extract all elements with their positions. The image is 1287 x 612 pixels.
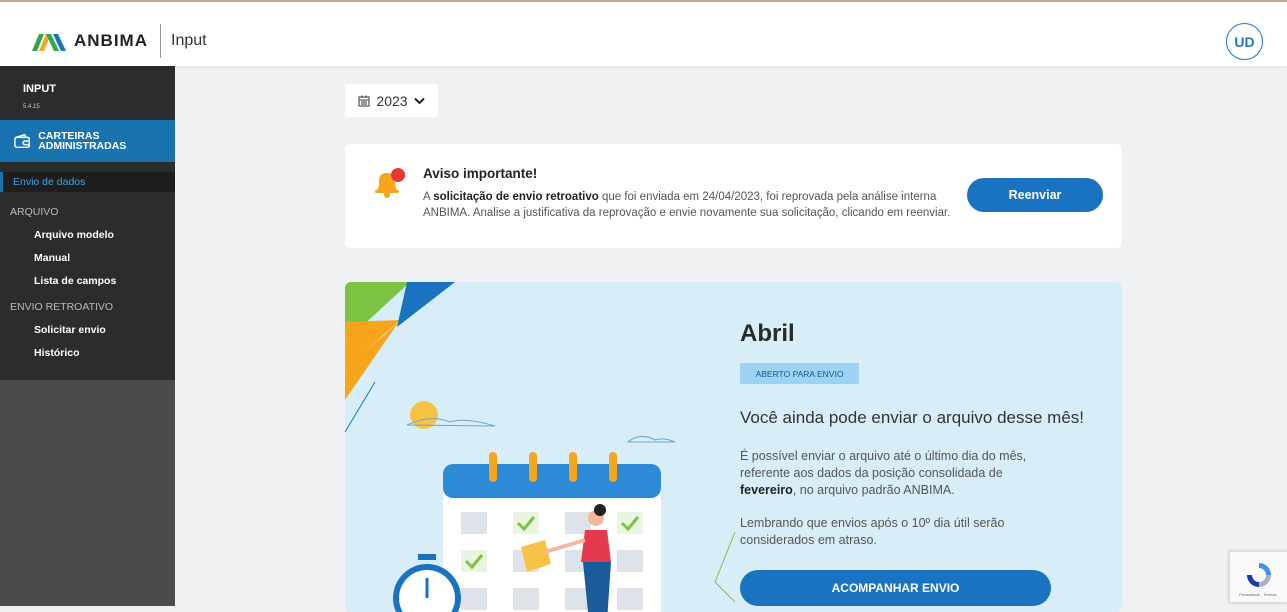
- sidebar-item-lista-de-campos[interactable]: Lista de campos: [0, 270, 175, 293]
- bell-icon: [375, 168, 405, 198]
- sidebar-item-envio-de-dados[interactable]: Envio de dados: [0, 172, 175, 192]
- description-prefix: É possível enviar o arquivo até o último…: [740, 449, 1027, 480]
- month-note: Lembrando que envios após o 10º dia útil…: [740, 516, 1005, 547]
- sidebar-group-title: ARQUIVO: [10, 206, 59, 218]
- sidebar-item-historico[interactable]: Histórico: [0, 342, 175, 365]
- sidebar-version: 5.4.15: [23, 104, 40, 110]
- main-content: 2023 Aviso importante! A solicitação de …: [175, 66, 1287, 612]
- notice-title: Aviso importante!: [423, 166, 538, 181]
- app-name: Input: [171, 32, 207, 49]
- calendar-illustration: [345, 282, 735, 612]
- user-avatar[interactable]: UD: [1226, 23, 1263, 60]
- notice-text-prefix: A: [423, 191, 434, 203]
- brand-name: ANBIMA: [74, 31, 148, 50]
- description-bold: fevereiro: [740, 483, 793, 497]
- track-submission-button[interactable]: ACOMPANHAR ENVIO: [740, 570, 1051, 606]
- sidebar-item-arquivo-modelo[interactable]: Arquivo modelo: [0, 224, 175, 247]
- resend-button[interactable]: Reenviar: [967, 178, 1103, 212]
- sidebar-section-carteiras[interactable]: CARTEIRAS ADMINISTRADAS: [0, 120, 175, 162]
- important-notice: Aviso importante! A solicitação de envio…: [345, 144, 1122, 248]
- recaptcha-footer: Privacidade - Termos: [1239, 592, 1277, 597]
- sidebar-group-title: ENVIO RETROATIVO: [10, 301, 114, 313]
- wallet-icon: [14, 133, 31, 149]
- month-headline: Você ainda pode enviar o arquivo desse m…: [740, 408, 1085, 427]
- anbima-logo[interactable]: ANBIMA Input: [32, 24, 207, 58]
- notice-text: A solicitação de envio retroativo que fo…: [423, 189, 983, 221]
- top-bar: ANBIMA Input UD: [0, 0, 1287, 66]
- sidebar-menu: INPUT 5.4.15 CARTEIRAS ADMINISTRADAS Env…: [0, 66, 175, 380]
- year-selector[interactable]: 2023: [345, 84, 438, 117]
- month-description: É possível enviar o arquivo até o último…: [740, 448, 1050, 499]
- sidebar-app-info: INPUT 5.4.15: [0, 66, 175, 120]
- description-suffix: , no arquivo padrão ANBIMA.: [792, 483, 955, 497]
- sidebar-item-manual[interactable]: Manual: [0, 247, 175, 270]
- sidebar-app-title: INPUT: [23, 83, 56, 95]
- year-value: 2023: [376, 92, 408, 109]
- notice-text-bold: solicitação de envio retroativo: [433, 191, 599, 203]
- status-badge: ABERTO PARA ENVIO: [740, 363, 859, 384]
- logo-divider: [160, 24, 161, 58]
- recaptcha-badge[interactable]: Privacidade - Termos: [1229, 551, 1287, 603]
- calendar-icon: [358, 95, 371, 107]
- month-title: Abril: [740, 320, 795, 347]
- sidebar-section-title: CARTEIRAS ADMINISTRADAS: [38, 130, 127, 152]
- recaptcha-icon: [1247, 563, 1271, 587]
- anbima-logo-icon: [32, 34, 66, 51]
- sidebar-item-solicitar-envio[interactable]: Solicitar envio: [0, 319, 175, 342]
- chevron-down-icon: [413, 97, 425, 104]
- month-card: Abril ABERTO PARA ENVIO Você ainda pode …: [345, 282, 1122, 612]
- sidebar: INPUT 5.4.15 CARTEIRAS ADMINISTRADAS Env…: [0, 66, 175, 606]
